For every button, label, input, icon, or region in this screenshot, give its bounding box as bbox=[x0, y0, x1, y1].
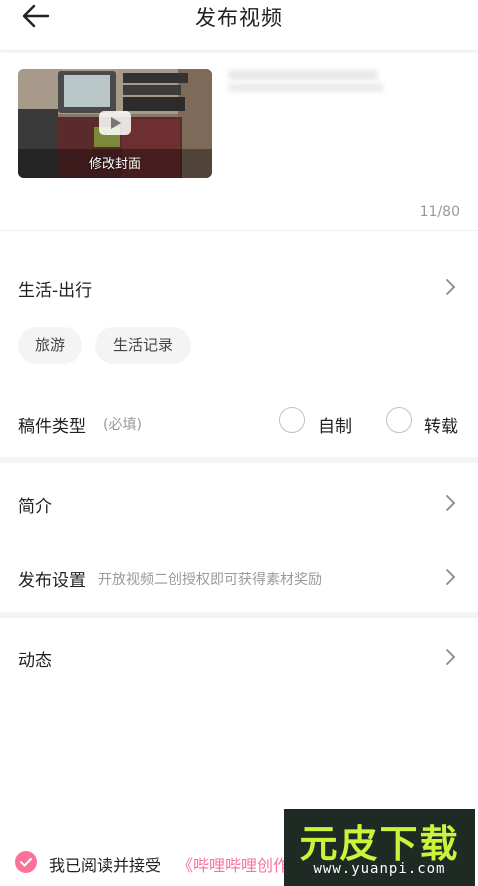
radio-original[interactable] bbox=[279, 407, 305, 433]
page-title: 发布视频 bbox=[195, 6, 283, 30]
dynamic-label: 动态 bbox=[18, 651, 52, 671]
top-bar: 发布视频 bbox=[0, 0, 478, 50]
publish-settings-label: 发布设置 bbox=[18, 571, 86, 591]
dynamic-row[interactable]: 动态 bbox=[0, 634, 478, 682]
radio-original-label[interactable]: 自制 bbox=[318, 412, 352, 437]
intro-row[interactable]: 简介 bbox=[0, 480, 478, 528]
site-watermark: 元皮下载 www.yuanpi.com bbox=[284, 809, 475, 886]
chevron-right-icon bbox=[446, 569, 456, 585]
title-input[interactable] bbox=[228, 66, 384, 96]
intro-label: 简介 bbox=[18, 497, 52, 517]
chevron-right-icon bbox=[446, 649, 456, 665]
divider bbox=[0, 230, 478, 231]
agreement-checkbox[interactable] bbox=[15, 851, 37, 873]
blurred-title-line bbox=[228, 83, 384, 92]
tag-chip[interactable]: 旅游 bbox=[18, 327, 82, 364]
category-label: 生活-出行 bbox=[18, 281, 93, 301]
blurred-title-line bbox=[228, 70, 378, 80]
tag-chip[interactable]: 生活记录 bbox=[95, 327, 191, 364]
watermark-url: www.yuanpi.com bbox=[313, 861, 446, 877]
play-icon bbox=[99, 111, 131, 135]
radio-repost[interactable] bbox=[386, 407, 412, 433]
check-icon bbox=[20, 858, 32, 867]
section-divider bbox=[0, 612, 478, 618]
required-note: (必填) bbox=[103, 417, 142, 433]
radio-repost-label[interactable]: 转载 bbox=[424, 412, 458, 437]
chevron-right-icon bbox=[446, 495, 456, 511]
publish-settings-subtitle: 开放视频二创授权即可获得素材奖励 bbox=[98, 572, 322, 588]
category-row[interactable]: 生活-出行 bbox=[0, 264, 478, 312]
publish-settings-row[interactable]: 发布设置 开放视频二创授权即可获得素材奖励 bbox=[0, 554, 478, 602]
section-divider bbox=[0, 457, 478, 463]
title-char-counter: 11/80 bbox=[419, 204, 460, 220]
edit-cover-label: 修改封面 bbox=[88, 157, 141, 172]
cover-thumbnail[interactable]: 修改封面 bbox=[18, 69, 212, 178]
chevron-right-icon bbox=[446, 279, 456, 295]
watermark-brand: 元皮下载 bbox=[299, 822, 460, 866]
agreement-text: 我已阅读并接受 bbox=[49, 856, 162, 875]
content-type-label: 稿件类型 bbox=[18, 417, 86, 437]
